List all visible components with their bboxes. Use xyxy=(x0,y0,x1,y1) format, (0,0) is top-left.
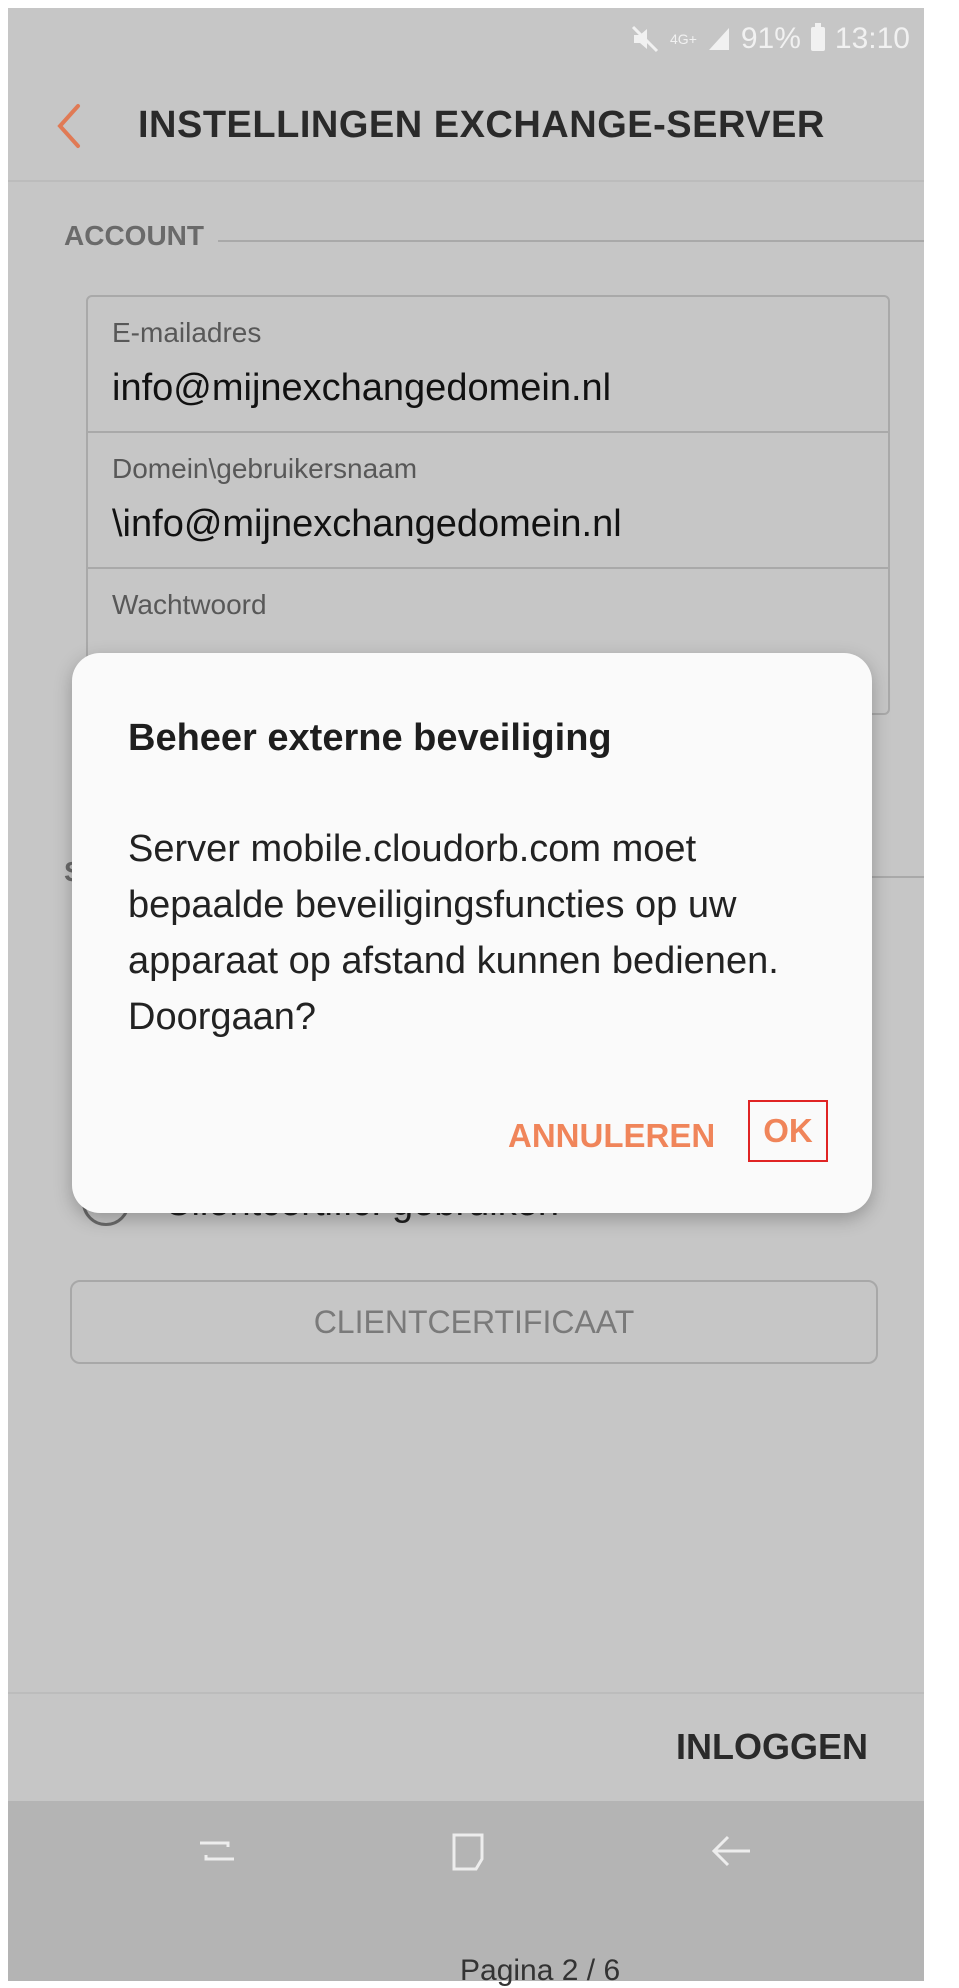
cancel-button[interactable]: ANNULEREN xyxy=(508,1117,715,1155)
page-title: INSTELLINGEN EXCHANGE-SERVER xyxy=(138,104,825,146)
battery-icon xyxy=(810,23,825,51)
login-button[interactable]: INLOGGEN xyxy=(676,1726,868,1768)
password-field-label: Wachtwoord xyxy=(112,589,267,620)
email-field-label: E-mailadres xyxy=(112,317,262,348)
home-icon[interactable] xyxy=(448,1829,494,1875)
status-icons: 4G+ 91% 13:10 xyxy=(630,22,910,56)
page-caption: Pagina 2 / 6 xyxy=(460,1954,621,1987)
dialog-title: Beheer externe beveiliging xyxy=(128,717,612,759)
client-certificate-button[interactable]: CLIENTCERTIFICAAT xyxy=(70,1280,878,1364)
back-arrow-icon[interactable] xyxy=(708,1829,754,1875)
dialog-message: Server mobile.cloudorb.com moet bepaalde… xyxy=(128,828,779,1038)
account-fields: E-mailadres info@mijnexchangedomein.nl D… xyxy=(86,295,890,715)
username-field[interactable]: Domein\gebruikersnaam \info@mijnexchange… xyxy=(88,433,888,569)
username-field-label: Domein\gebruikersnaam xyxy=(112,453,418,484)
ok-button[interactable]: OK xyxy=(748,1100,828,1162)
signal-icon xyxy=(708,28,729,50)
email-field[interactable]: E-mailadres info@mijnexchangedomein.nl xyxy=(88,297,888,433)
status-bar: 4G+ 91% 13:10 xyxy=(8,8,924,68)
bottom-divider xyxy=(8,1692,924,1694)
app-bar: INSTELLINGEN EXCHANGE-SERVER xyxy=(8,70,924,182)
section-title: ACCOUNT xyxy=(64,220,218,251)
email-field-value[interactable]: info@mijnexchangedomein.nl xyxy=(112,367,611,410)
recent-apps-icon[interactable] xyxy=(194,1829,240,1875)
network-type: 4G+ xyxy=(670,31,697,47)
username-field-value[interactable]: \info@mijnexchangedomein.nl xyxy=(112,503,622,546)
mute-icon xyxy=(631,25,659,53)
chevron-left-icon[interactable] xyxy=(52,102,86,150)
battery-percentage: 91% xyxy=(740,22,801,55)
security-dialog: Beheer externe beveiliging Server mobile… xyxy=(72,653,872,1213)
account-section-header: ACCOUNT xyxy=(64,220,924,260)
phone-screen: 4G+ 91% 13:10 INSTELLINGEN EXCHANGE-SERV… xyxy=(8,8,924,1981)
clock: 13:10 xyxy=(834,22,910,55)
